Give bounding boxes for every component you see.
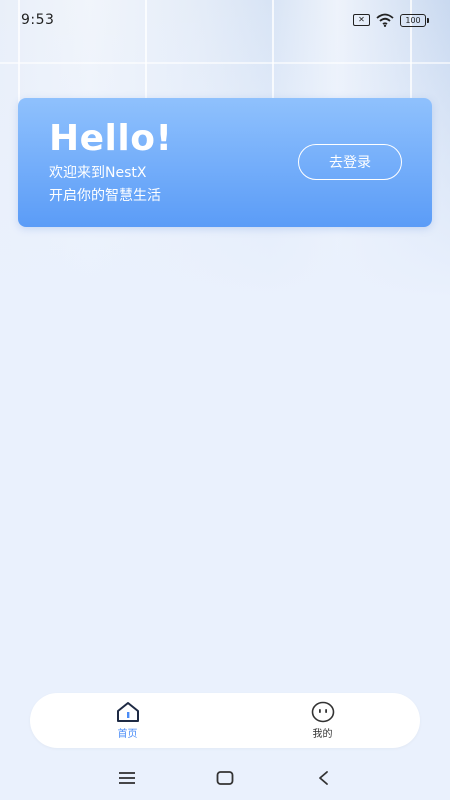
home-nav-button[interactable] — [213, 766, 237, 790]
back-button[interactable] — [311, 766, 335, 790]
tab-home-label: 首页 — [117, 729, 138, 740]
tab-home[interactable]: 首页 — [83, 701, 173, 740]
battery-icon: 100 — [400, 13, 429, 27]
hero-welcome-text: 欢迎来到NestX — [49, 165, 147, 181]
back-chevron-icon — [319, 771, 328, 785]
home-icon — [116, 702, 139, 722]
system-nav-bar — [0, 756, 450, 800]
menu-button[interactable] — [115, 766, 139, 790]
login-button[interactable]: 去登录 — [298, 144, 402, 180]
tab-mine-label: 我的 — [312, 729, 333, 740]
menu-icon — [119, 772, 135, 784]
sim-x-icon: ✕ — [353, 14, 370, 26]
smiley-face-icon — [311, 701, 334, 723]
hero-subtitle: 开启你的智慧生活 — [49, 188, 161, 204]
tab-mine[interactable]: 我的 — [278, 701, 368, 740]
bottom-tab-bar: 首页 我的 — [30, 693, 420, 748]
welcome-card: Hello! 欢迎来到NestX 开启你的智慧生活 去登录 — [18, 98, 432, 227]
square-home-icon — [216, 771, 234, 785]
wifi-icon — [376, 13, 394, 27]
hero-title: Hello! — [49, 118, 173, 159]
status-bar: 9:53 ✕ 100 — [0, 0, 450, 40]
status-time: 9:53 — [21, 12, 55, 28]
status-icons: ✕ 100 — [353, 13, 429, 27]
